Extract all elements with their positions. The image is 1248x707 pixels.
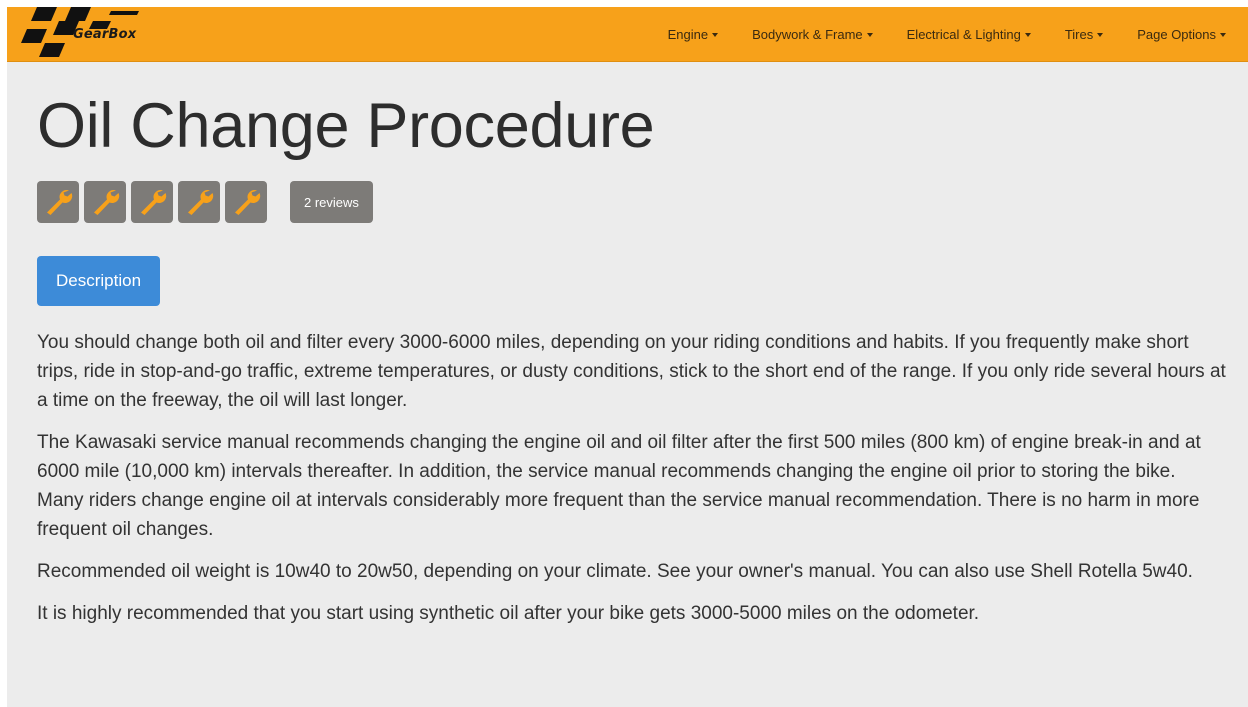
rating-row: 2 reviews <box>37 181 1227 223</box>
wrench-icon <box>141 190 167 215</box>
tab-description[interactable]: Description <box>37 256 161 306</box>
brand-logo[interactable]: GearBox <box>21 7 171 61</box>
wrench-icon <box>235 190 261 215</box>
rating-wrench-5[interactable] <box>225 181 267 223</box>
caret-down-icon <box>1024 33 1031 38</box>
wrench-icon <box>188 190 214 215</box>
rating-wrench-1[interactable] <box>37 181 79 223</box>
nav-item-bodywork-frame[interactable]: Bodywork & Frame <box>752 27 873 42</box>
article-paragraph: The Kawasaki service manual recommends c… <box>37 432 1201 540</box>
browser-viewport: GearBox Engine Bodywork & Frame Electric… <box>7 7 1248 707</box>
nav-item-page-options[interactable]: Page Options <box>1137 27 1226 42</box>
tab-row: Description <box>37 256 1227 306</box>
wrench-icon <box>47 190 73 215</box>
nav-item-label: Page Options <box>1137 26 1216 42</box>
article-content: Oil Change Procedure 2 reviews Descripti… <box>37 61 1227 628</box>
main-nav-menu: Engine Bodywork & Frame Electrical & Lig… <box>634 7 1226 61</box>
caret-down-icon <box>1097 33 1104 38</box>
caret-down-icon <box>866 33 873 38</box>
top-navbar: GearBox Engine Bodywork & Frame Electric… <box>7 7 1248 62</box>
nav-item-tires[interactable]: Tires <box>1064 26 1104 42</box>
reviews-count-button[interactable]: 2 reviews <box>290 181 373 223</box>
nav-item-label: Electrical & Lighting <box>906 26 1021 42</box>
caret-down-icon <box>1220 33 1226 38</box>
nav-item-engine[interactable]: Engine <box>667 26 719 42</box>
article-paragraph: It is highly recommended that you start … <box>37 603 980 624</box>
rating-wrench-2[interactable] <box>84 181 126 223</box>
article-paragraph: Recommended oil weight is 10w40 to 20w50… <box>37 561 1193 582</box>
nav-item-label: Engine <box>667 26 709 42</box>
rating-wrench-3[interactable] <box>131 181 173 223</box>
wrench-icon <box>94 190 120 215</box>
article-paragraph: You should change both oil and filter ev… <box>37 332 1226 411</box>
nav-item-electrical-lighting[interactable]: Electrical & Lighting <box>907 27 1031 42</box>
brand-name: GearBox <box>73 27 137 42</box>
rating-wrench-4[interactable] <box>178 181 220 223</box>
page-title: Oil Change Procedure <box>37 91 655 161</box>
caret-down-icon <box>712 33 719 38</box>
nav-item-label: Tires <box>1064 26 1094 42</box>
nav-item-label: Bodywork & Frame <box>752 26 863 42</box>
